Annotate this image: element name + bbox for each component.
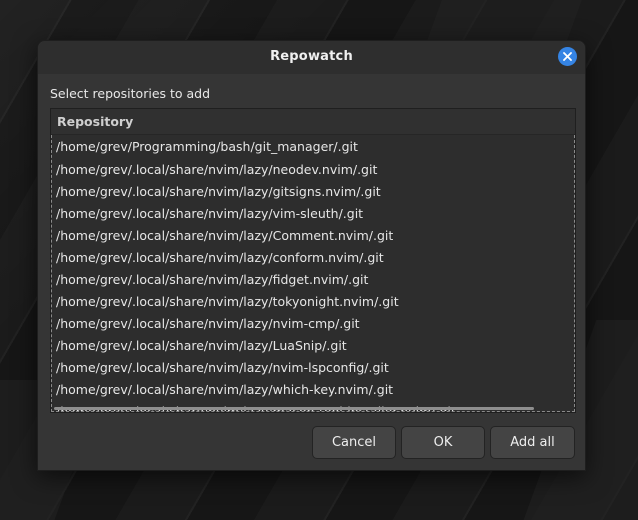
list-item[interactable]: /home/grev/.local/share/nvim/lazy/Commen… bbox=[52, 225, 574, 247]
list-item[interactable]: /home/grev/.local/share/nvim/lazy/nvim-l… bbox=[52, 357, 574, 379]
list-item[interactable]: /home/grev/.local/share/nvim/lazy/nvim-c… bbox=[52, 313, 574, 335]
repowatch-dialog: Repowatch Select repositories to add Rep… bbox=[37, 40, 586, 471]
add-all-button[interactable]: Add all bbox=[490, 426, 575, 459]
ok-button[interactable]: OK bbox=[401, 426, 485, 459]
select-prompt: Select repositories to add bbox=[50, 86, 211, 101]
repository-rows[interactable]: /home/grev/Programming/bash/git_manager/… bbox=[51, 135, 575, 412]
list-item[interactable]: /home/grev/Programming/bash/git_manager/… bbox=[52, 135, 574, 159]
list-item[interactable]: /home/grev/.local/share/nvim/lazy/which-… bbox=[52, 379, 574, 401]
dialog-titlebar[interactable]: Repowatch bbox=[38, 41, 585, 74]
horizontal-scrollbar[interactable] bbox=[54, 407, 534, 410]
dialog-title: Repowatch bbox=[270, 49, 353, 64]
cancel-button[interactable]: Cancel bbox=[312, 426, 396, 459]
list-item[interactable]: /home/grev/.local/share/nvim/lazy/LuaSni… bbox=[52, 335, 574, 357]
list-item[interactable]: /home/grev/.local/share/nvim/lazy/tokyon… bbox=[52, 291, 574, 313]
list-item[interactable]: /home/grev/.local/share/nvim/lazy/gitsig… bbox=[52, 181, 574, 203]
close-icon bbox=[563, 52, 572, 61]
list-item[interactable]: /home/grev/.local/share/nvim/lazy/fidget… bbox=[52, 269, 574, 291]
list-item[interactable]: /home/grev/.local/share/nvim/lazy/neodev… bbox=[52, 159, 574, 181]
column-header-repository[interactable]: Repository bbox=[51, 109, 575, 135]
list-item[interactable]: /home/grev/.local/share/nvim/lazy/vim-sl… bbox=[52, 203, 574, 225]
repository-list[interactable]: Repository /home/grev/Programming/bash/g… bbox=[50, 108, 576, 413]
list-item[interactable]: /home/grev/.local/share/nvim/lazy/confor… bbox=[52, 247, 574, 269]
close-button[interactable] bbox=[558, 47, 577, 66]
